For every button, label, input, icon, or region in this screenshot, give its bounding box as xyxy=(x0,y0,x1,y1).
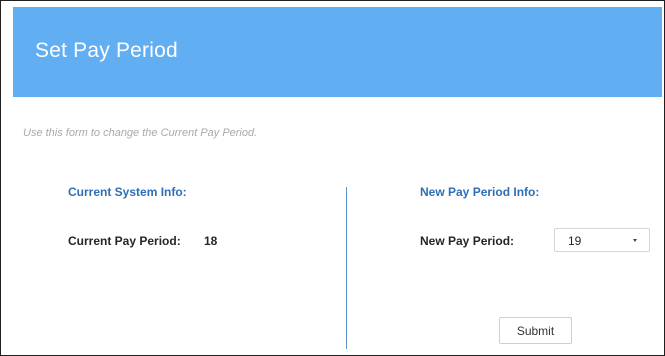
current-pay-period-label: Current Pay Period: xyxy=(68,234,181,248)
new-pay-period-selected-value: 19 xyxy=(568,234,582,248)
submit-button[interactable]: Submit xyxy=(499,317,572,344)
current-pay-period-value: 18 xyxy=(204,234,218,248)
new-pay-period-info-heading: New Pay Period Info: xyxy=(420,185,540,199)
form-description: Use this form to change the Current Pay … xyxy=(23,127,258,139)
page-header: Set Pay Period xyxy=(13,7,662,97)
new-pay-period-label: New Pay Period: xyxy=(420,234,515,248)
new-pay-period-select[interactable]: 19 xyxy=(554,228,650,252)
dialog-frame: Set Pay Period Use this form to change t… xyxy=(0,0,665,356)
current-system-info-heading: Current System Info: xyxy=(68,185,187,199)
chevron-down-icon xyxy=(633,239,637,242)
column-divider xyxy=(346,187,347,349)
page-title: Set Pay Period xyxy=(35,39,178,62)
